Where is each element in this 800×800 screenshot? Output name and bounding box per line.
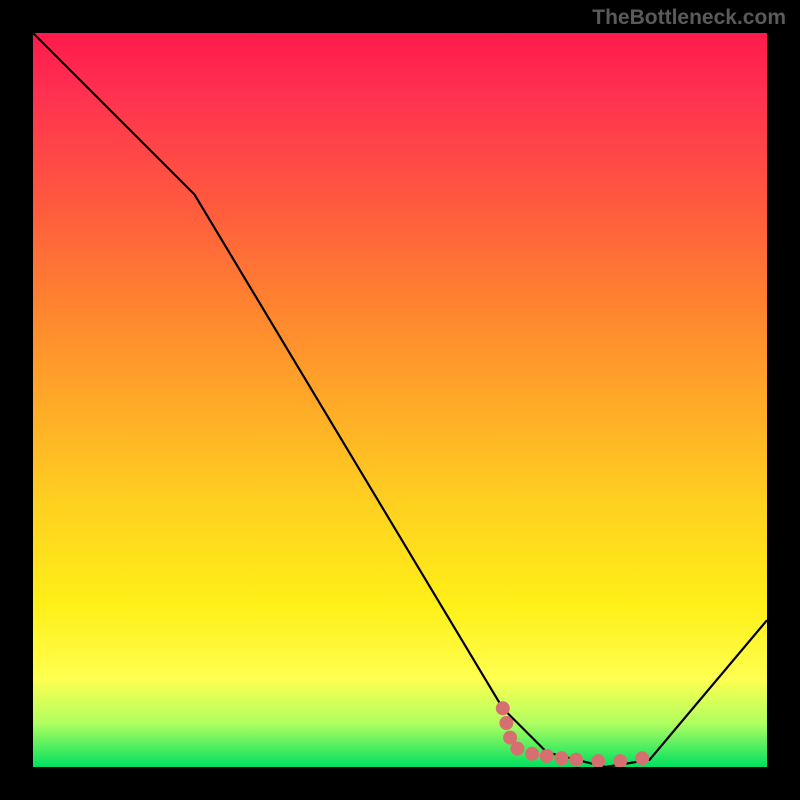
watermark-text: TheBottleneck.com xyxy=(592,6,786,30)
chart-gradient-background xyxy=(33,33,767,767)
